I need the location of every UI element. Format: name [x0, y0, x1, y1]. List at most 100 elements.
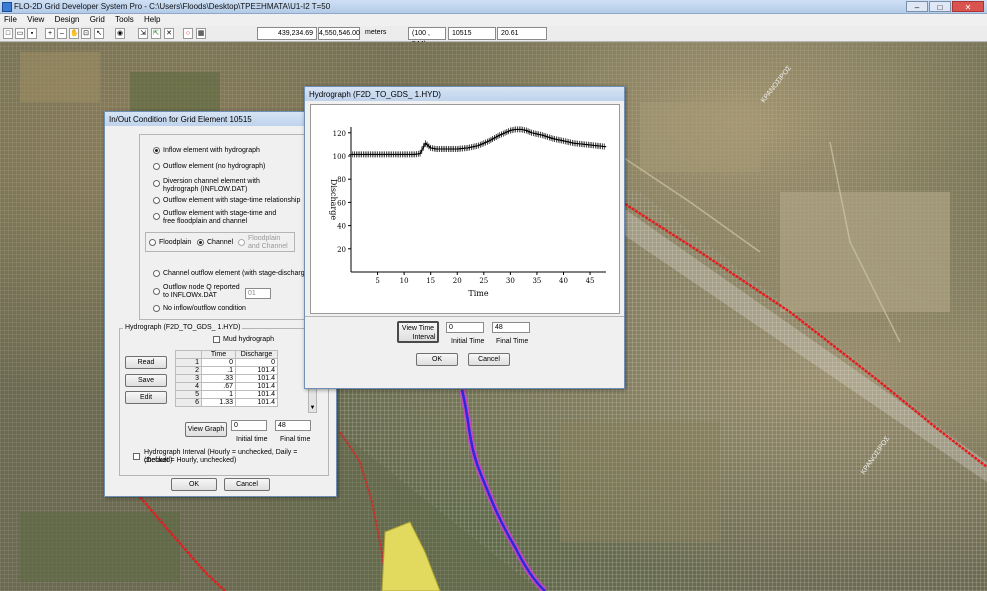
radio-no-condition[interactable]	[153, 305, 160, 312]
menu-view[interactable]: View	[23, 14, 48, 25]
table-row[interactable]: 3 .33 101.4	[175, 374, 278, 383]
data-point	[504, 129, 509, 136]
radio-channel[interactable]	[197, 239, 204, 246]
time-cell[interactable]: 1.33	[201, 398, 236, 407]
data-point	[563, 138, 568, 145]
menu-file[interactable]: File	[0, 14, 21, 25]
select-arrow-icon[interactable]: ↖	[94, 28, 104, 39]
data-point	[531, 130, 536, 137]
y-tick-label: 40	[337, 223, 346, 231]
data-point	[425, 141, 430, 148]
time-cell[interactable]: .33	[201, 374, 236, 383]
dialog-title: Hydrograph (F2D_TO_GDS_ 1.HYD)	[305, 87, 624, 101]
open-folder-icon[interactable]: ▭	[15, 28, 25, 39]
time-cell[interactable]: 1	[201, 390, 236, 399]
scroll-down-icon[interactable]: ▼	[309, 404, 316, 412]
hydrograph-interval-checkbox[interactable]	[133, 453, 140, 460]
menu-help[interactable]: Help	[140, 14, 164, 25]
mud-hydrograph-checkbox[interactable]	[213, 336, 220, 343]
camera-icon[interactable]: ◉	[115, 28, 125, 39]
time-cell[interactable]: .1	[201, 366, 236, 375]
minimize-button[interactable]: –	[906, 1, 928, 12]
final-time-input[interactable]: 48	[492, 322, 530, 333]
value-field: 20.61	[497, 27, 547, 40]
zoom-in-icon[interactable]: +	[45, 28, 55, 39]
view-time-interval-button[interactable]: View Time Interval	[397, 321, 439, 343]
data-point	[488, 136, 493, 143]
data-point	[490, 135, 495, 142]
node-select[interactable]: 01	[245, 288, 271, 299]
edit-button[interactable]: Edit	[125, 391, 167, 404]
time-cell[interactable]: .67	[201, 382, 236, 391]
initial-time-input[interactable]: 0	[231, 420, 267, 431]
zoom-extent-icon[interactable]: ⊡	[81, 28, 91, 39]
cancel-button[interactable]: Cancel	[224, 478, 270, 491]
radio-outflow-node[interactable]	[153, 288, 160, 295]
pan-hand-icon[interactable]: ✋	[69, 28, 79, 39]
time-cell[interactable]: 0	[201, 358, 236, 367]
table-row[interactable]: 1 0 0	[175, 358, 278, 367]
data-point	[506, 128, 511, 135]
column-header-time: Time	[201, 350, 236, 359]
table-row[interactable]: 6 1.33 101.4	[175, 398, 278, 407]
initial-time-input[interactable]: 0	[446, 322, 484, 333]
mud-hydrograph-label: Mud hydrograph	[223, 336, 274, 343]
radio-floodplain[interactable]	[149, 239, 156, 246]
close-button[interactable]: ✕	[952, 1, 984, 12]
save-icon[interactable]: ▪	[27, 28, 37, 39]
discharge-cell[interactable]: 101.4	[235, 366, 278, 375]
inout-condition-dialog: In/Out Condition for Grid Element 10515 …	[104, 111, 337, 497]
outflow-icon[interactable]: ⇱	[151, 28, 161, 39]
data-point	[568, 139, 573, 146]
table-row[interactable]: 4 .67 101.4	[175, 382, 278, 391]
final-time-input[interactable]: 48	[275, 420, 311, 431]
menu-tools[interactable]: Tools	[111, 14, 138, 25]
radio-channel-outflow[interactable]	[153, 270, 160, 277]
zoom-out-icon[interactable]: –	[57, 28, 67, 39]
grid-icon[interactable]: ▦	[196, 28, 206, 39]
discharge-cell[interactable]: 101.4	[235, 374, 278, 383]
radio-diversion-channel[interactable]	[153, 180, 160, 187]
hydrograph-table[interactable]: Time Discharge 1 0 0 2 .1 101.4 3 .33 10…	[175, 350, 278, 407]
data-point	[533, 130, 538, 137]
table-row[interactable]: 2 .1 101.4	[175, 366, 278, 375]
radio-outflow-stage-time[interactable]	[153, 197, 160, 204]
ok-button[interactable]: OK	[416, 353, 458, 366]
discharge-cell[interactable]: 101.4	[235, 398, 278, 407]
stop-circle-icon[interactable]: ○	[183, 28, 193, 39]
data-point	[570, 139, 575, 146]
radio-inflow-hydrograph[interactable]	[153, 147, 160, 154]
interval-label: Interval	[412, 334, 436, 341]
data-point	[510, 127, 515, 134]
ok-button[interactable]: OK	[171, 478, 217, 491]
inflow-icon[interactable]: ⇲	[138, 28, 148, 39]
delete-x-icon[interactable]: ✕	[164, 28, 174, 39]
data-point	[557, 137, 562, 144]
view-graph-button[interactable]: View Graph	[185, 422, 227, 437]
row-number: 5	[175, 390, 202, 399]
option-label: Outflow element (no hydrograph)	[163, 163, 266, 170]
discharge-cell[interactable]: 101.4	[235, 382, 278, 391]
menu-grid[interactable]: Grid	[86, 14, 109, 25]
radio-outflow-stage-time-free[interactable]	[153, 213, 160, 220]
cancel-button[interactable]: Cancel	[468, 353, 510, 366]
radio-outflow-no-hydrograph[interactable]	[153, 163, 160, 170]
new-file-icon[interactable]: □	[3, 28, 13, 39]
menu-bar: File View Design Grid Tools Help	[0, 14, 987, 26]
radio-floodplain-and-channel[interactable]	[238, 239, 245, 246]
data-point	[497, 132, 502, 139]
data-point	[511, 126, 516, 133]
data-point	[534, 130, 539, 137]
maximize-button[interactable]: □	[929, 1, 951, 12]
discharge-cell[interactable]: 101.4	[235, 390, 278, 399]
table-row[interactable]: 5 1 101.4	[175, 390, 278, 399]
read-button[interactable]: Read	[125, 356, 167, 369]
row-number: 2	[175, 366, 202, 375]
data-point	[485, 138, 490, 145]
option-label: Inflow element with hydrograph	[163, 147, 260, 154]
save-button[interactable]: Save	[125, 374, 167, 387]
discharge-cell[interactable]: 0	[235, 358, 278, 367]
column-header-discharge: Discharge	[235, 350, 278, 359]
data-point	[524, 127, 529, 134]
menu-design[interactable]: Design	[51, 14, 84, 25]
